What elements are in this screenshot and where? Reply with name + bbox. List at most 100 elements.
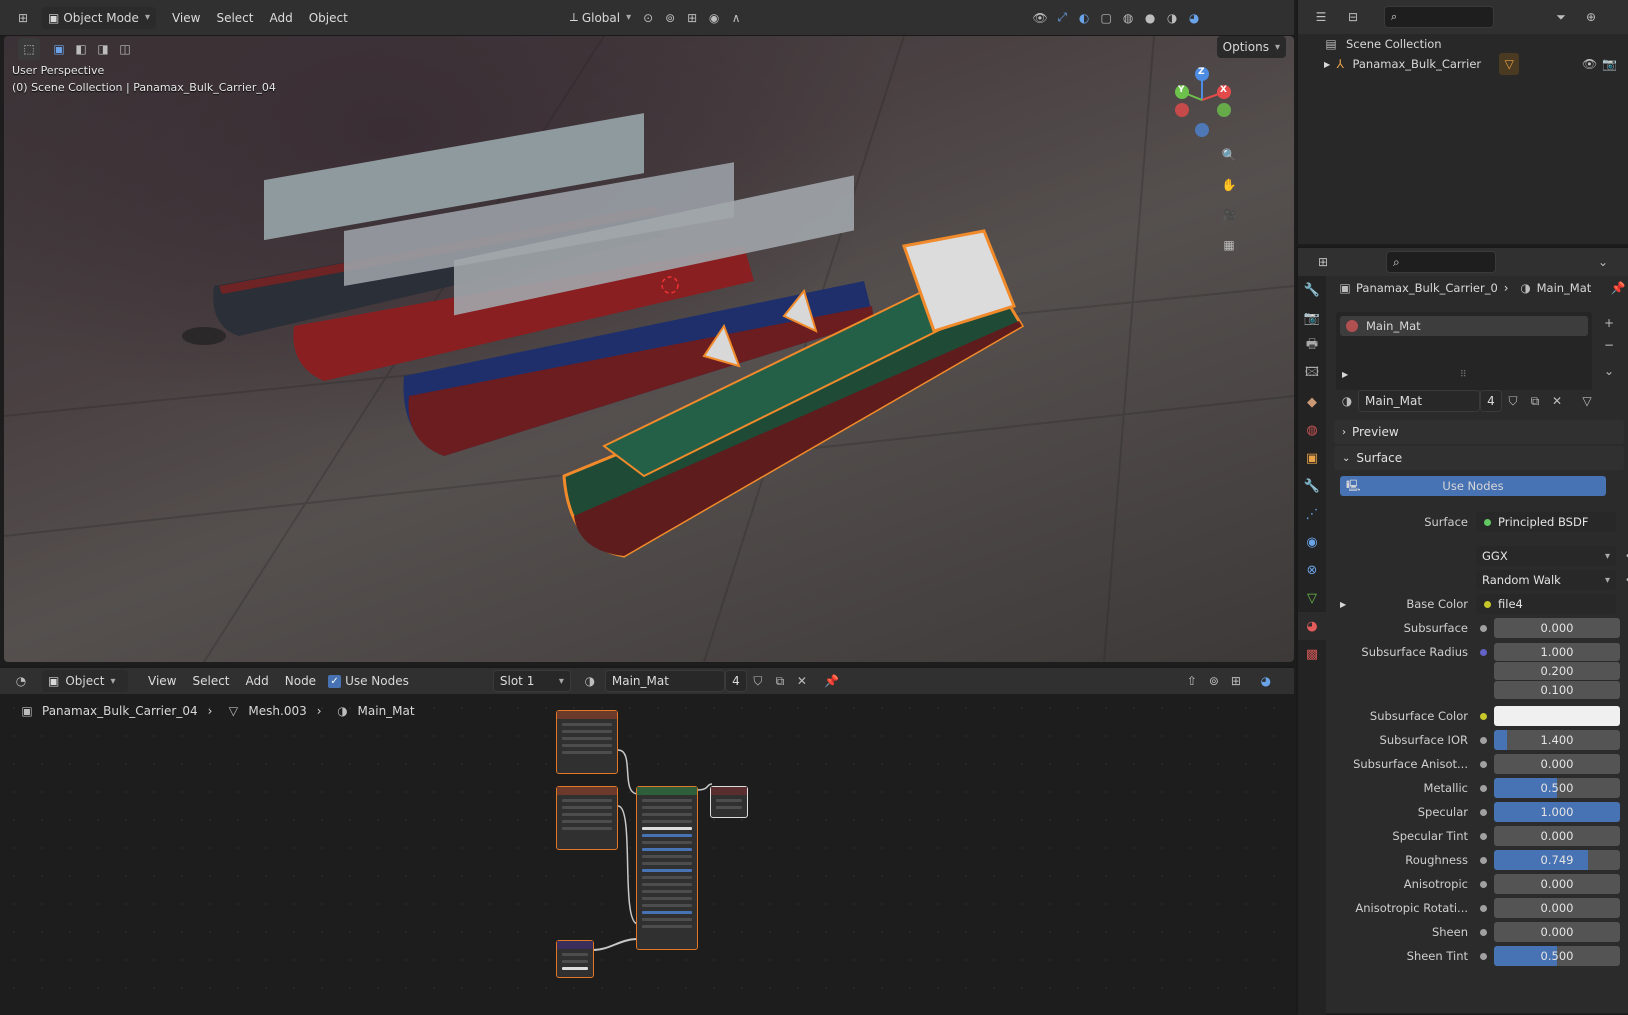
- xray-icon[interactable]: ▢: [1095, 7, 1117, 29]
- prop-row-field[interactable]: 1.000: [1494, 802, 1620, 822]
- proportional-edit-icon[interactable]: ◉: [703, 7, 725, 29]
- node-menu-add[interactable]: Add: [238, 674, 277, 688]
- node-editor[interactable]: ▣ Panamax_Bulk_Carrier_04 › ▽ Mesh.003 ›…: [0, 694, 1294, 1013]
- modifier-tab-icon[interactable]: 🔧: [1298, 472, 1326, 500]
- prop-row-field[interactable]: 0.749: [1494, 850, 1620, 870]
- material-duplicate-icon[interactable]: ⧉: [1524, 390, 1546, 412]
- orientation-dropdown[interactable]: ⟂ Global: [564, 7, 637, 29]
- material-users-count[interactable]: 4: [1480, 390, 1502, 412]
- pivot-icon[interactable]: ⊙: [637, 7, 659, 29]
- render-tab-icon[interactable]: 📷: [1298, 304, 1326, 332]
- gizmo-toggle-icon[interactable]: ⤢: [1051, 7, 1073, 29]
- overlay-toggle-icon[interactable]: ◐: [1073, 7, 1095, 29]
- prop-row-field[interactable]: 0.000: [1494, 618, 1620, 638]
- properties-search-input[interactable]: ⌕: [1386, 251, 1496, 273]
- display-mode-icon[interactable]: ⊟: [1342, 6, 1364, 28]
- prop-row-field[interactable]: 0.500: [1494, 778, 1620, 798]
- distribution-dropdown[interactable]: GGX: [1476, 546, 1616, 566]
- view-layer-tab-icon[interactable]: 🖾: [1298, 360, 1326, 388]
- material-fake-user-icon[interactable]: ⛉: [1502, 390, 1524, 412]
- snap-grid-icon[interactable]: ⊞: [681, 7, 703, 29]
- principled-bsdf-node[interactable]: [636, 786, 698, 950]
- camera-icon[interactable]: 🎥: [1218, 204, 1240, 226]
- node-overlay-icon[interactable]: ◕: [1255, 670, 1277, 692]
- preview-panel-header[interactable]: › Preview: [1334, 420, 1624, 444]
- node-material-users[interactable]: 4: [724, 670, 747, 692]
- menu-add[interactable]: Add: [261, 11, 300, 25]
- subsurface-method-keyframe-icon[interactable]: •: [1622, 575, 1628, 586]
- particles-tab-icon[interactable]: ⋰: [1298, 500, 1326, 528]
- physics-tab-icon[interactable]: ◉: [1298, 528, 1326, 556]
- remove-slot-icon[interactable]: −: [1598, 334, 1620, 356]
- material-shading-icon[interactable]: ◑: [1161, 7, 1183, 29]
- normal-map-node[interactable]: [556, 940, 594, 978]
- unlink-material-icon[interactable]: ✕: [791, 670, 813, 692]
- prop-row-field[interactable]: 1.400: [1494, 730, 1620, 750]
- prop-row-field[interactable]: 0.000: [1494, 754, 1620, 774]
- prop-row-field[interactable]: 0.000: [1494, 874, 1620, 894]
- select-tool-icon[interactable]: ⬚: [18, 38, 40, 60]
- duplicate-material-icon[interactable]: ⧉: [769, 670, 791, 692]
- node-material-name-field[interactable]: Main_Mat: [604, 670, 725, 692]
- node-menu-view[interactable]: View: [140, 674, 184, 688]
- constraints-tab-icon[interactable]: ⊗: [1298, 556, 1326, 584]
- properties-editor-type-icon[interactable]: ⊞: [1312, 251, 1334, 273]
- options-dropdown[interactable]: Options: [1216, 36, 1286, 58]
- tool-tab-icon[interactable]: 🔧: [1298, 276, 1326, 304]
- zoom-icon[interactable]: 🔍: [1218, 144, 1240, 166]
- distribution-keyframe-icon[interactable]: •: [1622, 551, 1628, 562]
- hide-eye-icon[interactable]: 👁: [1579, 53, 1599, 75]
- texture-tab-icon[interactable]: ▩: [1298, 640, 1326, 668]
- select-mode-subtract-icon[interactable]: ◨: [92, 38, 114, 60]
- object-tab-icon[interactable]: ▣: [1298, 444, 1326, 472]
- node-menu-select[interactable]: Select: [184, 674, 237, 688]
- select-mode-new-icon[interactable]: ▣: [48, 38, 70, 60]
- falloff-icon[interactable]: ∧: [725, 7, 747, 29]
- pin-icon[interactable]: 📌: [821, 670, 843, 692]
- image-texture-node-2[interactable]: [556, 786, 618, 850]
- node-snap-grid-icon[interactable]: ⊞: [1225, 670, 1247, 692]
- scene-tab-icon[interactable]: ◆: [1298, 388, 1326, 416]
- add-slot-icon[interactable]: +: [1598, 312, 1620, 334]
- subsurface-color-swatch[interactable]: [1494, 706, 1620, 726]
- solid-shading-icon[interactable]: ●: [1139, 7, 1161, 29]
- menu-select[interactable]: Select: [208, 11, 261, 25]
- material-browse-icon[interactable]: ◑: [579, 670, 601, 692]
- surface-panel-header[interactable]: ⌄ Surface: [1334, 446, 1624, 470]
- world-tab-icon[interactable]: ◍: [1298, 416, 1326, 444]
- subsurface-radius-z[interactable]: 0.100: [1494, 681, 1620, 699]
- menu-view[interactable]: View: [164, 11, 208, 25]
- surface-shader-field[interactable]: Principled BSDF: [1476, 512, 1616, 532]
- 3d-viewport[interactable]: ⬚ ▣ ◧ ◨ ◫ Options User Perspective (0) S…: [4, 36, 1294, 662]
- ortho-grid-icon[interactable]: ▦: [1218, 234, 1240, 256]
- prop-row-field[interactable]: 0.500: [1494, 946, 1620, 966]
- image-texture-node-1[interactable]: [556, 710, 618, 774]
- prop-row-field[interactable]: 0.000: [1494, 922, 1620, 942]
- use-nodes-checkbox[interactable]: ✓ Use Nodes: [328, 674, 409, 688]
- slot-dropdown[interactable]: Slot 1: [492, 670, 571, 692]
- prop-row-field[interactable]: 0.000: [1494, 826, 1620, 846]
- node-object-dropdown[interactable]: ▣ Object: [42, 670, 128, 692]
- outliner-search-input[interactable]: ⌕: [1384, 6, 1494, 28]
- pan-hand-icon[interactable]: ✋: [1218, 174, 1240, 196]
- material-slot-item[interactable]: Main_Mat: [1340, 316, 1588, 336]
- navigation-gizmo[interactable]: Z X Y: [1174, 64, 1244, 138]
- new-collection-icon[interactable]: ⊕: [1580, 6, 1602, 28]
- use-nodes-button[interactable]: 🖳 Use Nodes: [1340, 476, 1606, 496]
- outliner-editor-type-icon[interactable]: ☰: [1310, 6, 1332, 28]
- slot-list-resize-icon[interactable]: ⠿: [1460, 370, 1467, 380]
- select-mode-extend-icon[interactable]: ◧: [70, 38, 92, 60]
- outliner-scene-collection[interactable]: ▤ Scene Collection: [1320, 34, 1441, 54]
- data-tab-icon[interactable]: ▽: [1298, 584, 1326, 612]
- object-mode-dropdown[interactable]: ▣ Object Mode: [42, 6, 156, 29]
- visibility-icon[interactable]: 👁: [1029, 7, 1051, 29]
- parent-node-tree-icon[interactable]: ⇧: [1181, 670, 1203, 692]
- editor-type-icon[interactable]: ⊞: [12, 7, 34, 29]
- subsurface-method-dropdown[interactable]: Random Walk: [1476, 570, 1616, 590]
- prop-row-field[interactable]: 0.000: [1494, 898, 1620, 918]
- fake-user-shield-icon[interactable]: ⛉: [747, 670, 769, 692]
- base-color-expand-icon[interactable]: ▶: [1340, 600, 1346, 609]
- menu-object[interactable]: Object: [301, 11, 356, 25]
- rendered-shading-icon[interactable]: ◕: [1183, 7, 1205, 29]
- select-mode-intersect-icon[interactable]: ◫: [114, 38, 136, 60]
